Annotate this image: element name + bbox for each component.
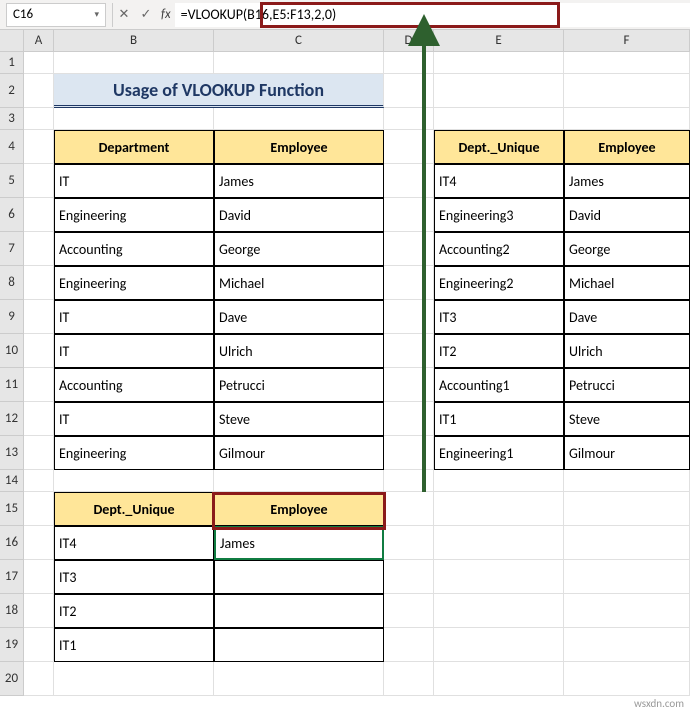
table-cell[interactable]: [214, 560, 384, 594]
table-cell[interactable]: [214, 594, 384, 628]
active-cell[interactable]: James: [214, 526, 384, 560]
table-cell[interactable]: Steve: [214, 402, 384, 436]
table1-header: Department: [54, 130, 214, 164]
accept-icon[interactable]: ✓: [135, 7, 157, 22]
table-cell[interactable]: IT: [54, 300, 214, 334]
table-cell[interactable]: Accounting2: [434, 232, 564, 266]
table-cell[interactable]: George: [564, 232, 690, 266]
table3-header: Employee: [214, 492, 384, 526]
row-header[interactable]: 17: [0, 560, 24, 594]
col-header[interactable]: D: [384, 30, 434, 52]
row-header[interactable]: 16: [0, 526, 24, 560]
col-header[interactable]: A: [24, 30, 54, 52]
table-cell[interactable]: Dave: [564, 300, 690, 334]
formula-bar: C16 ▾ ✕ ✓ fx =VLOOKUP(B16,E5:F13,2,0): [0, 0, 690, 30]
select-all-corner[interactable]: [0, 30, 24, 52]
table-cell[interactable]: James: [564, 164, 690, 198]
table-cell[interactable]: Ulrich: [214, 334, 384, 368]
cancel-icon[interactable]: ✕: [113, 7, 135, 22]
cells-area[interactable]: Usage of VLOOKUP Function Department Emp…: [24, 52, 690, 696]
table-cell[interactable]: IT: [54, 164, 214, 198]
table3-header: Dept._Unique: [54, 492, 214, 526]
table-cell[interactable]: Accounting1: [434, 368, 564, 402]
table-cell[interactable]: IT4: [434, 164, 564, 198]
row-header[interactable]: 4: [0, 130, 24, 164]
formula-text: =VLOOKUP(B16,E5:F13,2,0): [181, 6, 337, 23]
table-cell[interactable]: Gilmour: [564, 436, 690, 470]
row-header[interactable]: 9: [0, 300, 24, 334]
watermark: wsxdn.com: [634, 697, 684, 710]
table-cell[interactable]: Steve: [564, 402, 690, 436]
table-cell[interactable]: IT1: [434, 402, 564, 436]
table-cell[interactable]: Engineering: [54, 198, 214, 232]
table-cell[interactable]: IT4: [54, 526, 214, 560]
row-header[interactable]: 14: [0, 470, 24, 492]
row-header[interactable]: 3: [0, 108, 24, 130]
table-cell[interactable]: Engineering: [54, 266, 214, 300]
table-cell[interactable]: Accounting: [54, 232, 214, 266]
row-headers: 1 2 3 4 5 6 7 8 9 10 11 12 13 14 15 16 1…: [0, 52, 24, 696]
table-cell[interactable]: Engineering3: [434, 198, 564, 232]
table-cell[interactable]: IT3: [434, 300, 564, 334]
row-header[interactable]: 5: [0, 164, 24, 198]
column-header-row: A B C D E F: [0, 30, 690, 52]
row-header[interactable]: 10: [0, 334, 24, 368]
table-cell[interactable]: George: [214, 232, 384, 266]
row-header[interactable]: 6: [0, 198, 24, 232]
table-cell[interactable]: Engineering1: [434, 436, 564, 470]
table-cell[interactable]: Gilmour: [214, 436, 384, 470]
row-header[interactable]: 11: [0, 368, 24, 402]
page-title: Usage of VLOOKUP Function: [54, 74, 384, 108]
table-cell[interactable]: Petrucci: [564, 368, 690, 402]
col-header[interactable]: E: [434, 30, 564, 52]
table-cell[interactable]: Dave: [214, 300, 384, 334]
name-box-value: C16: [13, 7, 33, 22]
table-cell[interactable]: IT: [54, 334, 214, 368]
table-cell[interactable]: James: [214, 164, 384, 198]
formula-input[interactable]: =VLOOKUP(B16,E5:F13,2,0): [175, 3, 690, 27]
table-cell[interactable]: [214, 628, 384, 662]
table-cell[interactable]: Petrucci: [214, 368, 384, 402]
row-header[interactable]: 2: [0, 74, 24, 108]
row-header[interactable]: 7: [0, 232, 24, 266]
table-cell[interactable]: Michael: [214, 266, 384, 300]
table-cell[interactable]: IT3: [54, 560, 214, 594]
table-cell[interactable]: IT1: [54, 628, 214, 662]
table-cell[interactable]: Engineering: [54, 436, 214, 470]
col-header[interactable]: F: [564, 30, 690, 52]
table-cell[interactable]: Accounting: [54, 368, 214, 402]
chevron-down-icon[interactable]: ▾: [94, 9, 99, 20]
table-cell[interactable]: Engineering2: [434, 266, 564, 300]
row-header[interactable]: 13: [0, 436, 24, 470]
row-header[interactable]: 15: [0, 492, 24, 526]
row-header[interactable]: 1: [0, 52, 24, 74]
col-header[interactable]: B: [54, 30, 214, 52]
table-cell[interactable]: Michael: [564, 266, 690, 300]
table1-header: Employee: [214, 130, 384, 164]
row-header[interactable]: 8: [0, 266, 24, 300]
spreadsheet-grid: 1 2 3 4 5 6 7 8 9 10 11 12 13 14 15 16 1…: [0, 52, 690, 696]
table-cell[interactable]: IT2: [54, 594, 214, 628]
name-box[interactable]: C16 ▾: [6, 3, 106, 27]
table-cell[interactable]: IT: [54, 402, 214, 436]
row-header[interactable]: 18: [0, 594, 24, 628]
col-header[interactable]: C: [214, 30, 384, 52]
row-header[interactable]: 20: [0, 662, 24, 696]
fx-icon[interactable]: fx: [157, 7, 175, 22]
table-cell[interactable]: David: [564, 198, 690, 232]
table2-header: Dept._Unique: [434, 130, 564, 164]
table2-header: Employee: [564, 130, 690, 164]
table-cell[interactable]: Ulrich: [564, 334, 690, 368]
table-cell[interactable]: IT2: [434, 334, 564, 368]
row-header[interactable]: 12: [0, 402, 24, 436]
table-cell[interactable]: David: [214, 198, 384, 232]
row-header[interactable]: 19: [0, 628, 24, 662]
